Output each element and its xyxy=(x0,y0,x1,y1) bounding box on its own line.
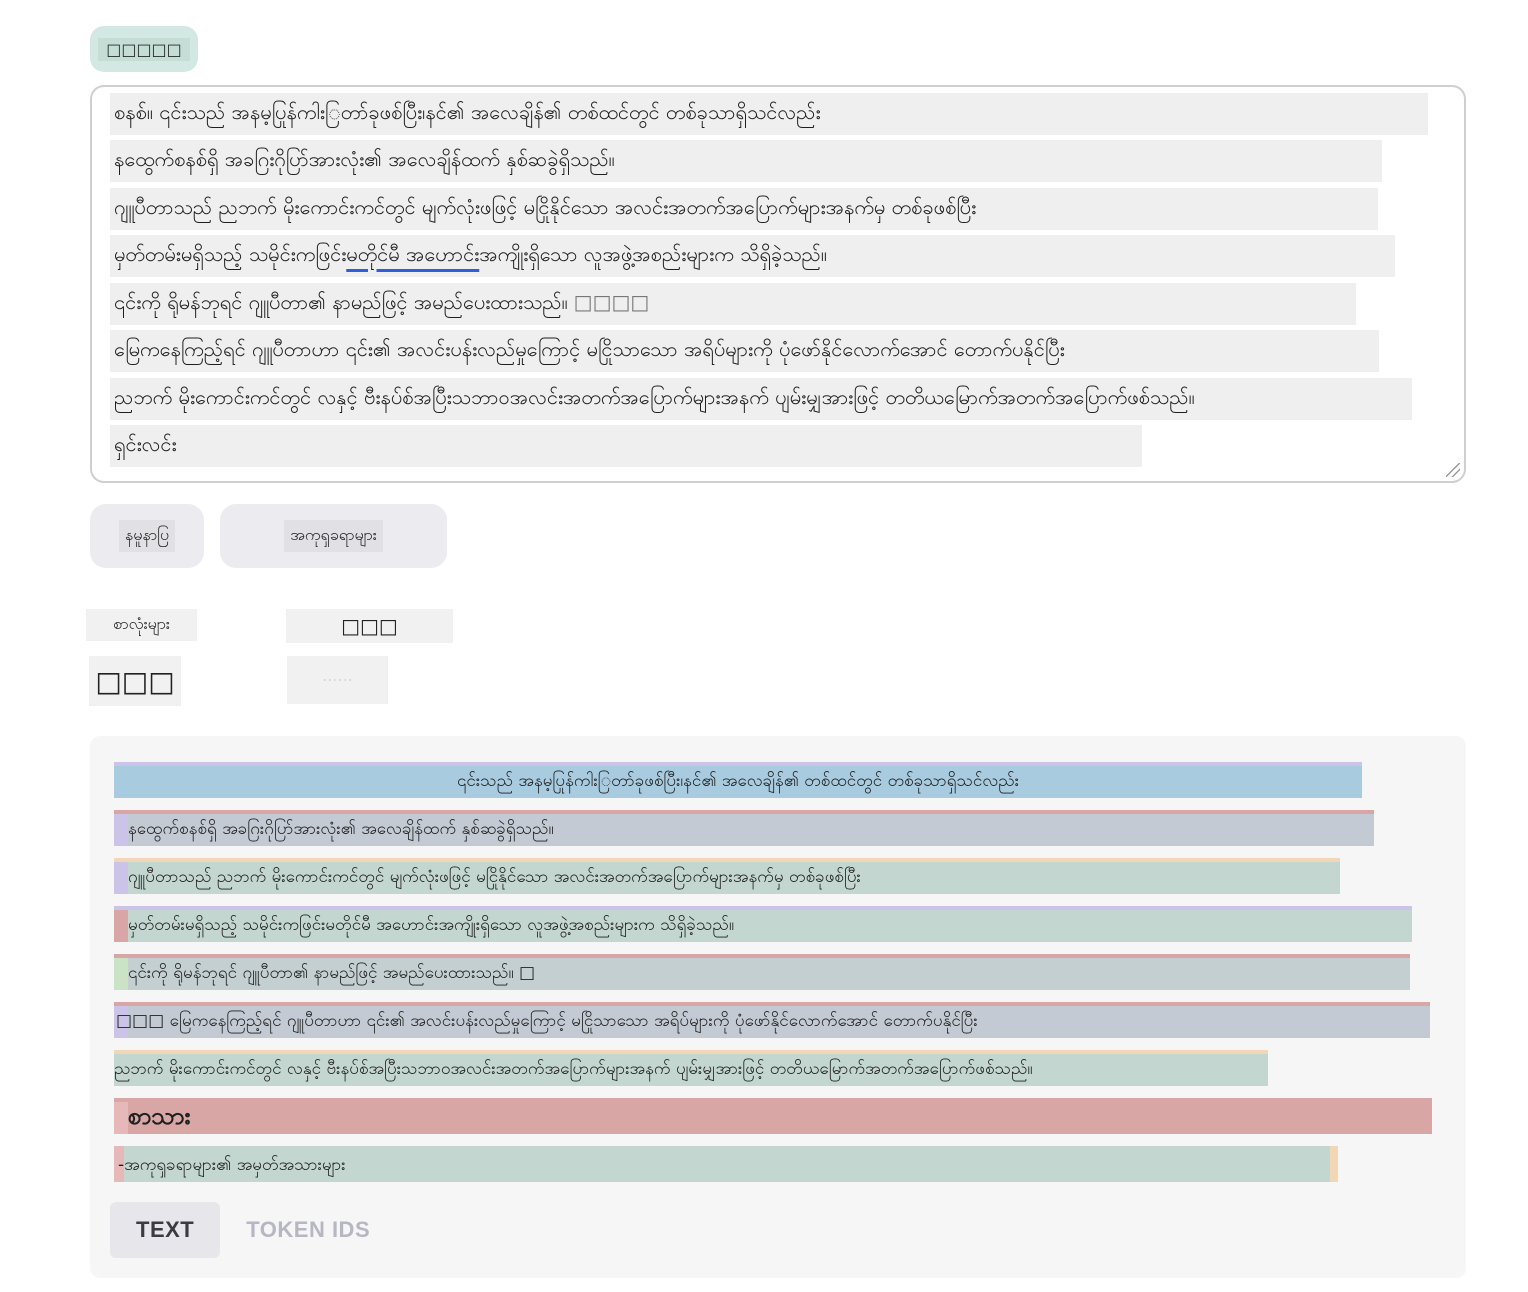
input-line: မှတ်တမ်းမရှိသည့် သမိုင်းကဖြင်းမတိုင်မီ အ… xyxy=(110,233,1446,281)
input-line: စနစ်။ ၎င်းသည် အနမ့ပြုန်ကါးြတာ်ခုဖစ်ပြီး၊… xyxy=(110,90,1446,138)
token-line: ၎င်းကို ရိုမန်ဘုရင် ဂျူပီတာ၏ နာမည်ဖြင့် … xyxy=(114,954,1410,990)
tab-token-ids[interactable]: TOKEN IDS xyxy=(220,1202,396,1258)
examples-button-label: အကုၡခရာများ xyxy=(284,520,383,552)
token-line: -အကုၡခရာများ၏ အမှတ်အသားများ xyxy=(114,1146,1338,1182)
token-line: ဂျူပီတာသည် ညဘက် မိုးကောင်းကင်တွင် မျက်လု… xyxy=(114,858,1340,894)
input-line: မြေကနေကြည့်ရင် ဂျူပီတာဟာ ၎င်း၏ အလင်းပန်း… xyxy=(110,328,1446,376)
examples-button[interactable]: အကုၡခရာများ xyxy=(220,504,447,568)
token-line: စာသား xyxy=(114,1098,1432,1134)
resize-handle[interactable] xyxy=(1446,463,1460,477)
tokenized-output-panel: ၎င်းသည် အနမ့ပြုန်ကါးြတာ်ခုဖစ်ပြီး၊နင်၏ အ… xyxy=(90,736,1466,1278)
character-count-label: စာလုံးများ xyxy=(86,609,197,641)
clear-button-label: နမူနာပြ xyxy=(118,520,176,552)
token-count-value: · · · · · · xyxy=(287,656,388,704)
token-line: □□□ မြေကနေကြည့်ရင် ဂျူပီတာဟာ ၎င်း၏ အလင်း… xyxy=(114,1002,1430,1038)
token-count-label: □□□ xyxy=(286,609,453,643)
token-line: ညဘက် မိုးကောင်းကင်တွင် လနှင့် ဗီးနပ်စ်အပ… xyxy=(114,1050,1268,1086)
character-count-value: □□□ xyxy=(89,656,181,706)
input-line: ၎င်းကို ရိုမန်ဘုရင် ဂျူပီတာ၏ နာမည်ဖြင့် … xyxy=(110,280,1446,328)
input-line: နထွေက်စနစ်ရှိ အခဂြးဂိုပြာ်အားလုံး၏ အလေချ… xyxy=(110,138,1446,186)
model-selector-button[interactable]: □□□□□ xyxy=(90,26,198,72)
input-line: ဂျူပီတာသည် ညဘက် မိုးကောင်းကင်တွင် မျက်လု… xyxy=(110,185,1446,233)
token-line: နထွေက်စနစ်ရှိ အခဂြးဂိုပြာ်အားလုံး၏ အလေချ… xyxy=(114,810,1374,846)
input-line: ညဘက် မိုးကောင်းကင်တွင် လနှင့် ဗီးနပ်စ်အပ… xyxy=(110,375,1446,423)
tab-text[interactable]: TEXT xyxy=(110,1202,221,1258)
view-tabs: TEXT TOKEN IDS xyxy=(110,1202,396,1258)
highlighted-token: မတိုင်မီ အဟောင်း xyxy=(346,242,480,267)
model-selector-label: □□□□□ xyxy=(98,37,190,61)
text-input-area[interactable]: စနစ်။ ၎င်းသည် အနမ့ပြုန်ကါးြတာ်ခုဖစ်ပြီး၊… xyxy=(90,85,1466,483)
token-line: ၎င်းသည် အနမ့ပြုန်ကါးြတာ်ခုဖစ်ပြီး၊နင်၏ အ… xyxy=(114,762,1362,798)
clear-button[interactable]: နမူနာပြ xyxy=(90,504,204,568)
input-line: ရှင်းလင်း xyxy=(110,423,1446,471)
token-line: မှတ်တမ်းမရှိသည့် သမိုင်းကဖြင်းမတိုင်မီ အ… xyxy=(114,906,1412,942)
